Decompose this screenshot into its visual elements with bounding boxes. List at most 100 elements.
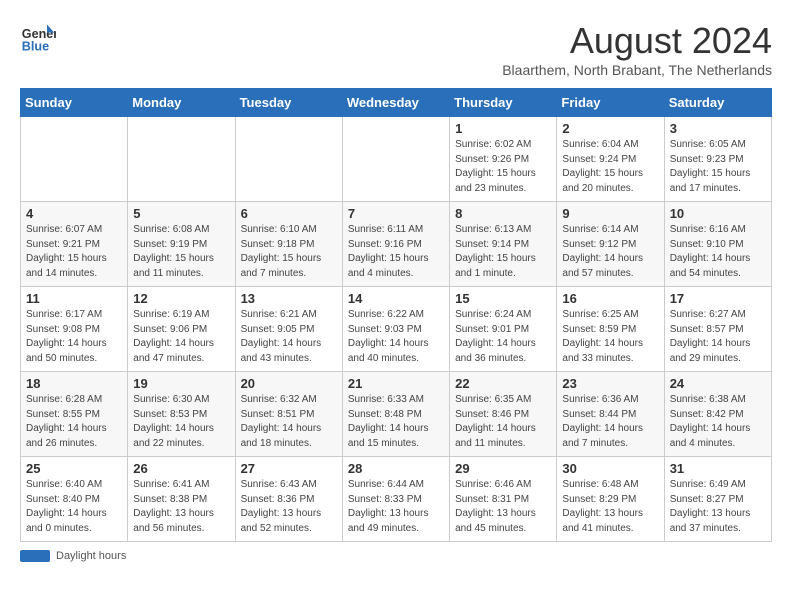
week-row-2: 4 Sunrise: 6:07 AM Sunset: 9:21 PM Daylig… [21, 202, 772, 287]
day-number: 14 [348, 291, 444, 306]
day-info: Sunrise: 6:19 AM Sunset: 9:06 PM Dayligh… [133, 308, 229, 366]
day-cell: 17Sunrise: 6:27 AM Sunset: 8:57 PM Dayli… [664, 287, 771, 372]
day-info: Sunrise: 6:33 AM Sunset: 8:48 PM Dayligh… [348, 393, 444, 451]
day-cell: 12 Sunrise: 6:19 AM Sunset: 9:06 PM Dayli… [128, 287, 235, 372]
col-header-wednesday: Wednesday [342, 89, 449, 117]
col-header-tuesday: Tuesday [235, 89, 342, 117]
day-info: Sunrise: 6:46 AM Sunset: 8:31 PM Dayligh… [455, 478, 551, 536]
calendar-table: SundayMondayTuesdayWednesdayThursdayFrid… [20, 88, 772, 542]
day-info: Sunrise: 6:30 AM Sunset: 8:53 PM Dayligh… [133, 393, 229, 451]
day-number: 27 [241, 461, 337, 476]
svg-text:Blue: Blue [22, 40, 49, 54]
day-info: Sunrise: 6:44 AM Sunset: 8:33 PM Dayligh… [348, 478, 444, 536]
day-info: Sunrise: 6:27 AM Sunset: 8:57 PM Dayligh… [670, 308, 766, 366]
day-info: Sunrise: 6:11 AM Sunset: 9:16 PM Dayligh… [348, 223, 444, 281]
day-cell: 26 Sunrise: 6:41 AM Sunset: 8:38 PM Dayli… [128, 457, 235, 542]
day-number: 3 [670, 121, 766, 136]
day-cell: 1 Sunrise: 6:02 AM Sunset: 9:26 PM Daylig… [450, 117, 557, 202]
day-cell: 22 Sunrise: 6:35 AM Sunset: 8:46 PM Dayli… [450, 372, 557, 457]
day-cell [235, 117, 342, 202]
day-cell: 10Sunrise: 6:16 AM Sunset: 9:10 PM Dayli… [664, 202, 771, 287]
day-number: 30 [562, 461, 658, 476]
daylight-label: Daylight hours [56, 550, 126, 562]
day-cell [342, 117, 449, 202]
day-info: Sunrise: 6:35 AM Sunset: 8:46 PM Dayligh… [455, 393, 551, 451]
day-info: Sunrise: 6:41 AM Sunset: 8:38 PM Dayligh… [133, 478, 229, 536]
day-number: 12 [133, 291, 229, 306]
day-number: 15 [455, 291, 551, 306]
col-header-thursday: Thursday [450, 89, 557, 117]
day-info: Sunrise: 6:38 AM Sunset: 8:42 PM Dayligh… [670, 393, 766, 451]
week-row-4: 18 Sunrise: 6:28 AM Sunset: 8:55 PM Dayli… [21, 372, 772, 457]
day-number: 29 [455, 461, 551, 476]
col-header-sunday: Sunday [21, 89, 128, 117]
day-cell: 18 Sunrise: 6:28 AM Sunset: 8:55 PM Dayli… [21, 372, 128, 457]
location: Blaarthem, North Brabant, The Netherland… [502, 62, 772, 78]
col-header-saturday: Saturday [664, 89, 771, 117]
day-info: Sunrise: 6:24 AM Sunset: 9:01 PM Dayligh… [455, 308, 551, 366]
day-info: Sunrise: 6:49 AM Sunset: 8:27 PM Dayligh… [670, 478, 766, 536]
legend-bar [20, 550, 50, 562]
day-cell: 19 Sunrise: 6:30 AM Sunset: 8:53 PM Dayli… [128, 372, 235, 457]
day-cell: 3 Sunrise: 6:05 AM Sunset: 9:23 PM Daylig… [664, 117, 771, 202]
week-row-3: 11Sunrise: 6:17 AM Sunset: 9:08 PM Dayli… [21, 287, 772, 372]
day-info: Sunrise: 6:25 AM Sunset: 8:59 PM Dayligh… [562, 308, 658, 366]
day-info: Sunrise: 6:32 AM Sunset: 8:51 PM Dayligh… [241, 393, 337, 451]
day-number: 21 [348, 376, 444, 391]
day-number: 28 [348, 461, 444, 476]
day-info: Sunrise: 6:48 AM Sunset: 8:29 PM Dayligh… [562, 478, 658, 536]
day-info: Sunrise: 6:43 AM Sunset: 8:36 PM Dayligh… [241, 478, 337, 536]
col-header-monday: Monday [128, 89, 235, 117]
day-number: 16 [562, 291, 658, 306]
header: General Blue August 2024 Blaarthem, Nort… [20, 20, 772, 78]
day-cell: 5Sunrise: 6:08 AM Sunset: 9:19 PM Daylig… [128, 202, 235, 287]
day-info: Sunrise: 6:02 AM Sunset: 9:26 PM Dayligh… [455, 138, 551, 196]
header-row: SundayMondayTuesdayWednesdayThursdayFrid… [21, 89, 772, 117]
day-cell: 7 Sunrise: 6:11 AM Sunset: 9:16 PM Daylig… [342, 202, 449, 287]
day-number: 7 [348, 206, 444, 221]
day-cell: 23Sunrise: 6:36 AM Sunset: 8:44 PM Dayli… [557, 372, 664, 457]
day-cell: 6Sunrise: 6:10 AM Sunset: 9:18 PM Daylig… [235, 202, 342, 287]
day-info: Sunrise: 6:05 AM Sunset: 9:23 PM Dayligh… [670, 138, 766, 196]
day-number: 9 [562, 206, 658, 221]
day-number: 10 [670, 206, 766, 221]
daylight-legend: Daylight hours [20, 550, 126, 562]
day-cell: 30 Sunrise: 6:48 AM Sunset: 8:29 PM Dayli… [557, 457, 664, 542]
day-number: 18 [26, 376, 122, 391]
col-header-friday: Friday [557, 89, 664, 117]
day-info: Sunrise: 6:10 AM Sunset: 9:18 PM Dayligh… [241, 223, 337, 281]
day-cell: 25 Sunrise: 6:40 AM Sunset: 8:40 PM Dayli… [21, 457, 128, 542]
day-info: Sunrise: 6:21 AM Sunset: 9:05 PM Dayligh… [241, 308, 337, 366]
day-number: 23 [562, 376, 658, 391]
day-cell [21, 117, 128, 202]
day-cell: 16 Sunrise: 6:25 AM Sunset: 8:59 PM Dayli… [557, 287, 664, 372]
day-number: 2 [562, 121, 658, 136]
day-cell: 14Sunrise: 6:22 AM Sunset: 9:03 PM Dayli… [342, 287, 449, 372]
day-info: Sunrise: 6:17 AM Sunset: 9:08 PM Dayligh… [26, 308, 122, 366]
day-number: 8 [455, 206, 551, 221]
week-row-5: 25 Sunrise: 6:40 AM Sunset: 8:40 PM Dayli… [21, 457, 772, 542]
month-year: August 2024 [502, 20, 772, 62]
day-number: 19 [133, 376, 229, 391]
title-area: August 2024 Blaarthem, North Brabant, Th… [502, 20, 772, 78]
day-info: Sunrise: 6:40 AM Sunset: 8:40 PM Dayligh… [26, 478, 122, 536]
logo: General Blue [20, 20, 56, 56]
day-info: Sunrise: 6:04 AM Sunset: 9:24 PM Dayligh… [562, 138, 658, 196]
day-info: Sunrise: 6:07 AM Sunset: 9:21 PM Dayligh… [26, 223, 122, 281]
day-cell: 20Sunrise: 6:32 AM Sunset: 8:51 PM Dayli… [235, 372, 342, 457]
day-info: Sunrise: 6:28 AM Sunset: 8:55 PM Dayligh… [26, 393, 122, 451]
day-cell: 11Sunrise: 6:17 AM Sunset: 9:08 PM Dayli… [21, 287, 128, 372]
day-number: 26 [133, 461, 229, 476]
day-cell: 13Sunrise: 6:21 AM Sunset: 9:05 PM Dayli… [235, 287, 342, 372]
day-number: 22 [455, 376, 551, 391]
day-number: 4 [26, 206, 122, 221]
day-cell: 28 Sunrise: 6:44 AM Sunset: 8:33 PM Dayli… [342, 457, 449, 542]
day-number: 5 [133, 206, 229, 221]
day-cell: 29 Sunrise: 6:46 AM Sunset: 8:31 PM Dayli… [450, 457, 557, 542]
day-number: 24 [670, 376, 766, 391]
logo-icon: General Blue [20, 20, 56, 56]
day-number: 1 [455, 121, 551, 136]
day-cell: 15 Sunrise: 6:24 AM Sunset: 9:01 PM Dayli… [450, 287, 557, 372]
day-number: 25 [26, 461, 122, 476]
day-cell: 9Sunrise: 6:14 AM Sunset: 9:12 PM Daylig… [557, 202, 664, 287]
